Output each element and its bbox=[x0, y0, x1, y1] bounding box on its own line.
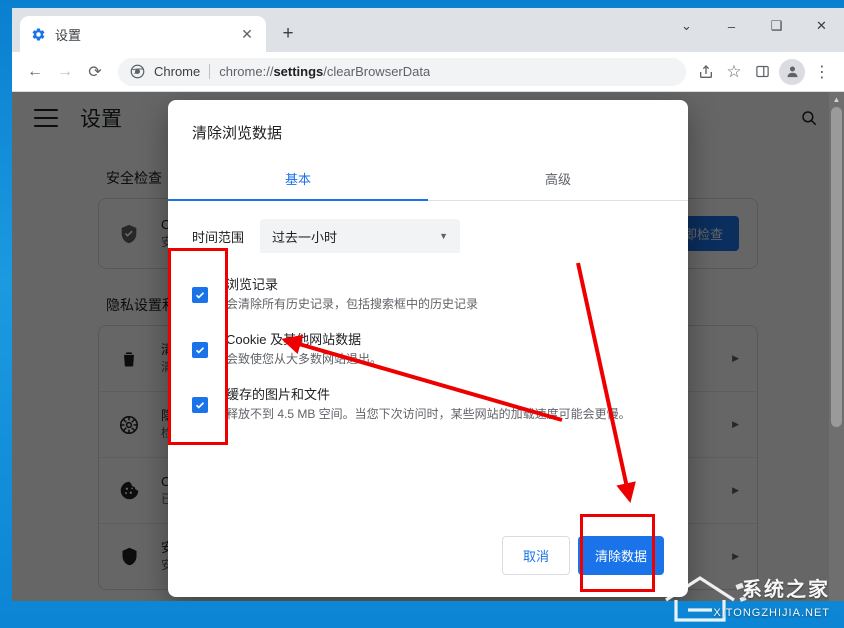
checkbox-texts: 缓存的图片和文件 释放不到 4.5 MB 空间。当您下次访问时，某些网站的加载速… bbox=[226, 385, 664, 424]
checkbox-texts: 浏览记录 会清除所有历史记录，包括搜索框中的历史记录 bbox=[226, 275, 664, 314]
checkbox-sub: 释放不到 4.5 MB 空间。当您下次访问时，某些网站的加载速度可能会更慢。 bbox=[226, 407, 631, 421]
window-controls: ⌄ – ❑ ✕ bbox=[664, 8, 844, 44]
watermark-subtext: XITONGZHIJIA.NET bbox=[713, 607, 830, 619]
omnibox-separator bbox=[209, 64, 211, 79]
dialog-title: 清除浏览数据 bbox=[192, 125, 283, 142]
chrome-logo-icon bbox=[130, 64, 146, 80]
checkbox-texts: Cookie 及其他网站数据 会致使您从大多数网站退出。 bbox=[226, 330, 664, 369]
new-tab-icon[interactable]: + bbox=[274, 20, 302, 48]
address-bar[interactable]: Chrome chrome://settings/clearBrowserDat… bbox=[118, 57, 686, 86]
checkbox-title: 浏览记录 bbox=[226, 277, 279, 292]
chevron-down-icon: ▼ bbox=[439, 231, 449, 241]
clear-browsing-data-dialog: 清除浏览数据 基本 高级 时间范围 过去一小时 ▼ 浏览记录 会清除所有历史记录… bbox=[168, 100, 688, 597]
checkbox-cached-files[interactable] bbox=[192, 396, 208, 413]
checkbox-item-cookies[interactable]: Cookie 及其他网站数据 会致使您从大多数网站退出。 bbox=[192, 330, 664, 369]
dialog-content: 时间范围 过去一小时 ▼ 浏览记录 会清除所有历史记录，包括搜索框中的历史记录 bbox=[168, 201, 688, 536]
page-viewport: 设置 安全检查 bbox=[12, 92, 844, 601]
url-suffix: /clearBrowserData bbox=[323, 64, 431, 79]
page-scrollbar[interactable]: ▲ bbox=[829, 92, 844, 601]
back-icon[interactable]: ← bbox=[20, 57, 50, 87]
reload-icon[interactable]: ⟳ bbox=[80, 57, 110, 87]
omnibox-brand-label: Chrome bbox=[154, 64, 201, 79]
browser-tab-settings[interactable]: 设置 ✕ bbox=[20, 16, 266, 52]
cancel-button[interactable]: 取消 bbox=[501, 536, 570, 575]
url-bold-segment: settings bbox=[273, 64, 324, 79]
checkbox-item-cached-files[interactable]: 缓存的图片和文件 释放不到 4.5 MB 空间。当您下次访问时，某些网站的加载速… bbox=[192, 385, 664, 424]
tab-title: 设置 bbox=[55, 27, 82, 43]
watermark-text: 系统之家 bbox=[742, 579, 830, 601]
time-range-select[interactable]: 过去一小时 ▼ bbox=[260, 219, 461, 253]
minimize-button[interactable]: – bbox=[709, 8, 754, 44]
checkbox-sub: 会致使您从大多数网站退出。 bbox=[226, 352, 383, 366]
checkbox-title: 缓存的图片和文件 bbox=[226, 387, 331, 402]
tab-advanced[interactable]: 高级 bbox=[428, 157, 688, 201]
omnibox-url: chrome://settings/clearBrowserData bbox=[219, 64, 430, 79]
dialog-footer: 取消 清除数据 bbox=[168, 536, 688, 597]
checkbox-title: Cookie 及其他网站数据 bbox=[226, 332, 362, 347]
scrollbar-thumb[interactable] bbox=[831, 107, 842, 427]
avatar[interactable] bbox=[779, 58, 805, 85]
close-icon[interactable]: ✕ bbox=[238, 25, 256, 43]
forward-icon[interactable]: → bbox=[50, 57, 80, 87]
checkbox-sub: 会清除所有历史记录，包括搜索框中的历史记录 bbox=[226, 297, 479, 311]
scroll-up-arrow-icon[interactable]: ▲ bbox=[829, 92, 844, 107]
share-icon[interactable] bbox=[692, 58, 720, 86]
tab-basic[interactable]: 基本 bbox=[168, 157, 428, 201]
checkbox-item-browsing-history[interactable]: 浏览记录 会清除所有历史记录，包括搜索框中的历史记录 bbox=[192, 275, 664, 314]
side-panel-icon[interactable] bbox=[748, 58, 776, 86]
close-button[interactable]: ✕ bbox=[799, 8, 844, 44]
checkbox-cookies[interactable] bbox=[192, 341, 208, 358]
toolbar-actions: ☆ ⋮ bbox=[692, 58, 836, 86]
browser-window: 设置 ✕ + ⌄ – ❑ ✕ ← → ⟳ Chrome chrome://set… bbox=[12, 8, 844, 601]
checkbox-browsing-history[interactable] bbox=[192, 286, 208, 303]
clear-data-button[interactable]: 清除数据 bbox=[577, 536, 664, 575]
bookmark-star-icon[interactable]: ☆ bbox=[720, 58, 748, 86]
browser-menu-icon[interactable]: ⋮ bbox=[808, 58, 836, 86]
gear-icon bbox=[30, 26, 46, 42]
time-range-value: 过去一小时 bbox=[272, 229, 338, 245]
browser-toolbar: ← → ⟳ Chrome chrome://settings/clearBrow… bbox=[12, 52, 844, 92]
time-range-row: 时间范围 过去一小时 ▼ bbox=[192, 219, 664, 253]
url-prefix: chrome:// bbox=[219, 64, 274, 79]
watermark: 系统之家 XITONGZHIJIA.NET bbox=[660, 570, 838, 624]
dialog-tabs: 基本 高级 bbox=[168, 157, 688, 201]
tab-strip: 设置 ✕ + ⌄ – ❑ ✕ bbox=[12, 8, 844, 52]
maximize-button[interactable]: ❑ bbox=[754, 8, 799, 44]
time-range-label: 时间范围 bbox=[192, 229, 245, 245]
tab-search-button[interactable]: ⌄ bbox=[664, 8, 709, 44]
